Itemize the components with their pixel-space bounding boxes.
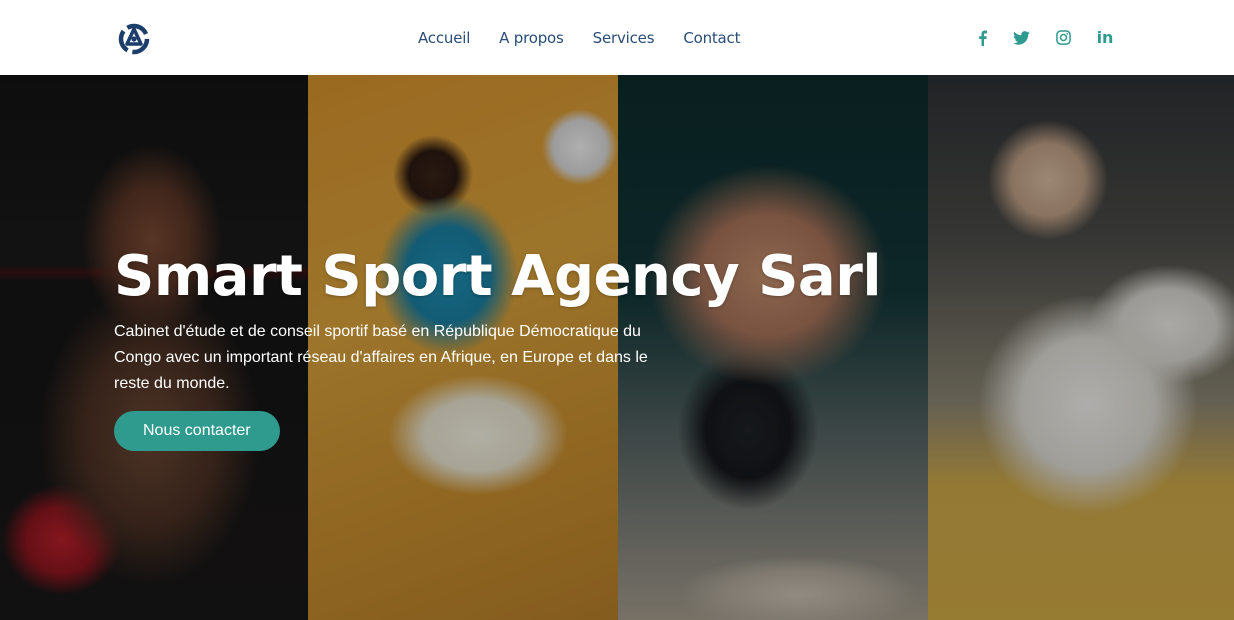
nav-link-contact[interactable]: Contact <box>683 29 740 47</box>
site-header: Accueil A propos Services Contact in <box>0 0 1234 75</box>
facebook-icon[interactable] <box>978 23 1000 53</box>
hero-description: Cabinet d'étude et de conseil sportif ba… <box>114 323 648 392</box>
nav-link-a-propos[interactable]: A propos <box>499 29 564 47</box>
instagram-icon[interactable] <box>1042 23 1084 53</box>
logo-icon[interactable] <box>116 20 152 56</box>
nav-link-accueil[interactable]: Accueil <box>418 29 470 47</box>
twitter-icon[interactable] <box>1000 23 1042 53</box>
hero-section: Smart Sport Agency Sarl Cabinet d'étude … <box>0 75 1234 620</box>
contact-button[interactable]: Nous contacter <box>114 411 280 451</box>
social-links: in <box>978 0 1126 75</box>
nav-link-services[interactable]: Services <box>593 29 655 47</box>
main-nav: Accueil A propos Services Contact <box>418 0 740 75</box>
hero-content: Smart Sport Agency Sarl Cabinet d'étude … <box>114 245 894 451</box>
linkedin-icon[interactable]: in <box>1084 23 1126 53</box>
linkedin-glyph: in <box>1096 28 1114 47</box>
hero-title: Smart Sport Agency Sarl <box>114 244 882 309</box>
